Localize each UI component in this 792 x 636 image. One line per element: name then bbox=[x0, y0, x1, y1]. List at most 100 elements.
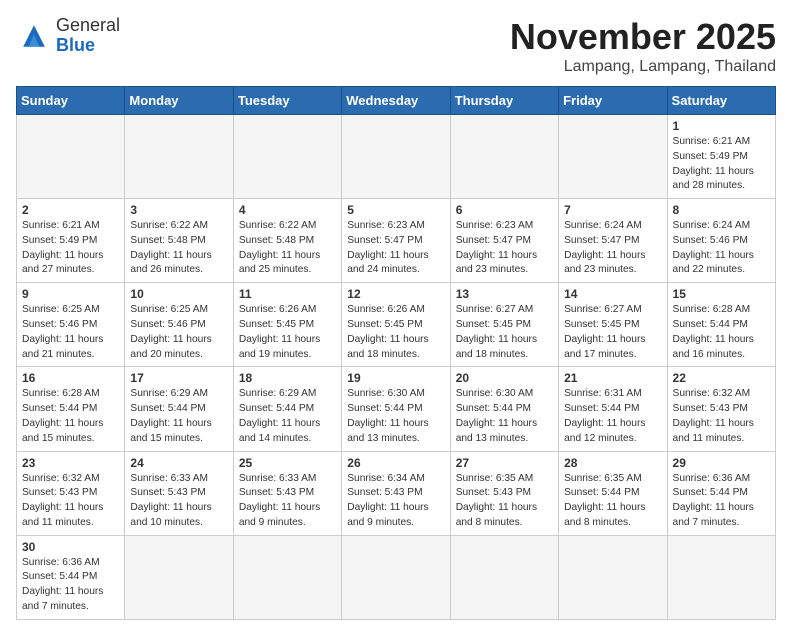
day-info: Sunrise: 6:24 AM Sunset: 5:47 PM Dayligh… bbox=[564, 219, 661, 278]
day-number: 20 bbox=[456, 371, 553, 385]
table-row: 3Sunrise: 6:22 AM Sunset: 5:48 PM Daylig… bbox=[125, 199, 233, 283]
header-sunday: Sunday bbox=[17, 87, 125, 115]
day-number: 24 bbox=[130, 456, 227, 470]
day-number: 28 bbox=[564, 456, 661, 470]
table-row: 2Sunrise: 6:21 AM Sunset: 5:49 PM Daylig… bbox=[17, 199, 125, 283]
page-header: General Blue November 2025 Lampang, Lamp… bbox=[16, 16, 776, 76]
table-row: 4 Sunrise: 6:22 AM Sunset: 5:48 PM Daylig… bbox=[233, 199, 341, 283]
logo: General Blue bbox=[16, 16, 120, 56]
table-row bbox=[342, 535, 450, 619]
day-number: 9 bbox=[22, 287, 119, 301]
day-number: 25 bbox=[239, 456, 336, 470]
table-row: 21Sunrise: 6:31 AM Sunset: 5:44 PM Dayli… bbox=[559, 367, 667, 451]
day-info: Sunrise: 6:23 AM Sunset: 5:47 PM Dayligh… bbox=[456, 219, 553, 278]
day-number: 4 bbox=[239, 203, 336, 217]
day-number: 14 bbox=[564, 287, 661, 301]
day-info: Sunrise: 6:29 AM Sunset: 5:44 PM Dayligh… bbox=[239, 387, 336, 446]
day-info: Sunrise: 6:29 AM Sunset: 5:44 PM Dayligh… bbox=[130, 387, 227, 446]
table-row bbox=[125, 115, 233, 199]
day-info: Sunrise: 6:21 AM Sunset: 5:49 PM Dayligh… bbox=[673, 135, 770, 194]
table-row: 10 Sunrise: 6:25 AM Sunset: 5:46 PM Dayli… bbox=[125, 283, 233, 367]
day-info: Sunrise: 6:25 AM Sunset: 5:46 PM Dayligh… bbox=[22, 303, 119, 362]
table-row: 27 Sunrise: 6:35 AM Sunset: 5:43 PM Dayli… bbox=[450, 451, 558, 535]
day-number: 30 bbox=[22, 540, 119, 554]
day-number: 12 bbox=[347, 287, 444, 301]
table-row: 26 Sunrise: 6:34 AM Sunset: 5:43 PM Dayli… bbox=[342, 451, 450, 535]
calendar-row: 23 Sunrise: 6:32 AM Sunset: 5:43 PM Dayli… bbox=[17, 451, 776, 535]
table-row: 20 Sunrise: 6:30 AM Sunset: 5:44 PM Dayli… bbox=[450, 367, 558, 451]
table-row: 16 Sunrise: 6:28 AM Sunset: 5:44 PM Dayli… bbox=[17, 367, 125, 451]
header-tuesday: Tuesday bbox=[233, 87, 341, 115]
day-info: Sunrise: 6:25 AM Sunset: 5:46 PM Dayligh… bbox=[130, 303, 227, 362]
day-info: Sunrise: 6:26 AM Sunset: 5:45 PM Dayligh… bbox=[239, 303, 336, 362]
day-number: 8 bbox=[673, 203, 770, 217]
logo-general: General bbox=[56, 15, 120, 35]
table-row: 29Sunrise: 6:36 AM Sunset: 5:44 PM Dayli… bbox=[667, 451, 775, 535]
header-friday: Friday bbox=[559, 87, 667, 115]
table-row: 9 Sunrise: 6:25 AM Sunset: 5:46 PM Daylig… bbox=[17, 283, 125, 367]
day-number: 11 bbox=[239, 287, 336, 301]
table-row bbox=[559, 535, 667, 619]
day-number: 26 bbox=[347, 456, 444, 470]
day-number: 13 bbox=[456, 287, 553, 301]
day-info: Sunrise: 6:22 AM Sunset: 5:48 PM Dayligh… bbox=[130, 219, 227, 278]
calendar-row: 1 Sunrise: 6:21 AM Sunset: 5:49 PM Daylig… bbox=[17, 115, 776, 199]
table-row: 24 Sunrise: 6:33 AM Sunset: 5:43 PM Dayli… bbox=[125, 451, 233, 535]
table-row: 13Sunrise: 6:27 AM Sunset: 5:45 PM Dayli… bbox=[450, 283, 558, 367]
day-info: Sunrise: 6:24 AM Sunset: 5:46 PM Dayligh… bbox=[673, 219, 770, 278]
table-row bbox=[17, 115, 125, 199]
table-row: 11 Sunrise: 6:26 AM Sunset: 5:45 PM Dayli… bbox=[233, 283, 341, 367]
table-row: 6 Sunrise: 6:23 AM Sunset: 5:47 PM Daylig… bbox=[450, 199, 558, 283]
header-saturday: Saturday bbox=[667, 87, 775, 115]
table-row: 18 Sunrise: 6:29 AM Sunset: 5:44 PM Dayli… bbox=[233, 367, 341, 451]
table-row bbox=[125, 535, 233, 619]
calendar-table: Sunday Monday Tuesday Wednesday Thursday… bbox=[16, 86, 776, 620]
logo-icon bbox=[16, 18, 52, 54]
day-number: 6 bbox=[456, 203, 553, 217]
day-number: 27 bbox=[456, 456, 553, 470]
table-row: 25 Sunrise: 6:33 AM Sunset: 5:43 PM Dayli… bbox=[233, 451, 341, 535]
day-number: 16 bbox=[22, 371, 119, 385]
table-row: 1 Sunrise: 6:21 AM Sunset: 5:49 PM Daylig… bbox=[667, 115, 775, 199]
day-number: 15 bbox=[673, 287, 770, 301]
day-info: Sunrise: 6:33 AM Sunset: 5:43 PM Dayligh… bbox=[239, 472, 336, 531]
day-number: 10 bbox=[130, 287, 227, 301]
day-info: Sunrise: 6:26 AM Sunset: 5:45 PM Dayligh… bbox=[347, 303, 444, 362]
day-info: Sunrise: 6:34 AM Sunset: 5:43 PM Dayligh… bbox=[347, 472, 444, 531]
day-info: Sunrise: 6:21 AM Sunset: 5:49 PM Dayligh… bbox=[22, 219, 119, 278]
table-row: 8 Sunrise: 6:24 AM Sunset: 5:46 PM Daylig… bbox=[667, 199, 775, 283]
day-info: Sunrise: 6:35 AM Sunset: 5:44 PM Dayligh… bbox=[564, 472, 661, 531]
day-number: 22 bbox=[673, 371, 770, 385]
day-number: 1 bbox=[673, 119, 770, 133]
day-number: 18 bbox=[239, 371, 336, 385]
day-info: Sunrise: 6:30 AM Sunset: 5:44 PM Dayligh… bbox=[347, 387, 444, 446]
table-row: 12 Sunrise: 6:26 AM Sunset: 5:45 PM Dayli… bbox=[342, 283, 450, 367]
table-row: 19Sunrise: 6:30 AM Sunset: 5:44 PM Dayli… bbox=[342, 367, 450, 451]
header-wednesday: Wednesday bbox=[342, 87, 450, 115]
table-row bbox=[233, 535, 341, 619]
day-info: Sunrise: 6:27 AM Sunset: 5:45 PM Dayligh… bbox=[564, 303, 661, 362]
table-row: 30 Sunrise: 6:36 AM Sunset: 5:44 PM Dayli… bbox=[17, 535, 125, 619]
day-info: Sunrise: 6:22 AM Sunset: 5:48 PM Dayligh… bbox=[239, 219, 336, 278]
day-info: Sunrise: 6:32 AM Sunset: 5:43 PM Dayligh… bbox=[22, 472, 119, 531]
day-number: 7 bbox=[564, 203, 661, 217]
table-row: 28 Sunrise: 6:35 AM Sunset: 5:44 PM Dayli… bbox=[559, 451, 667, 535]
day-info: Sunrise: 6:33 AM Sunset: 5:43 PM Dayligh… bbox=[130, 472, 227, 531]
title-section: November 2025 Lampang, Lampang, Thailand bbox=[510, 16, 776, 76]
day-info: Sunrise: 6:36 AM Sunset: 5:44 PM Dayligh… bbox=[22, 556, 119, 615]
table-row: 7 Sunrise: 6:24 AM Sunset: 5:47 PM Daylig… bbox=[559, 199, 667, 283]
header-monday: Monday bbox=[125, 87, 233, 115]
table-row: 23 Sunrise: 6:32 AM Sunset: 5:43 PM Dayli… bbox=[17, 451, 125, 535]
day-info: Sunrise: 6:36 AM Sunset: 5:44 PM Dayligh… bbox=[673, 472, 770, 531]
day-number: 23 bbox=[22, 456, 119, 470]
table-row: 17Sunrise: 6:29 AM Sunset: 5:44 PM Dayli… bbox=[125, 367, 233, 451]
day-info: Sunrise: 6:30 AM Sunset: 5:44 PM Dayligh… bbox=[456, 387, 553, 446]
table-row bbox=[450, 115, 558, 199]
table-row: 22Sunrise: 6:32 AM Sunset: 5:43 PM Dayli… bbox=[667, 367, 775, 451]
day-info: Sunrise: 6:35 AM Sunset: 5:43 PM Dayligh… bbox=[456, 472, 553, 531]
day-info: Sunrise: 6:28 AM Sunset: 5:44 PM Dayligh… bbox=[22, 387, 119, 446]
month-title: November 2025 bbox=[510, 16, 776, 58]
day-info: Sunrise: 6:23 AM Sunset: 5:47 PM Dayligh… bbox=[347, 219, 444, 278]
day-number: 5 bbox=[347, 203, 444, 217]
logo-text: General Blue bbox=[56, 16, 120, 56]
